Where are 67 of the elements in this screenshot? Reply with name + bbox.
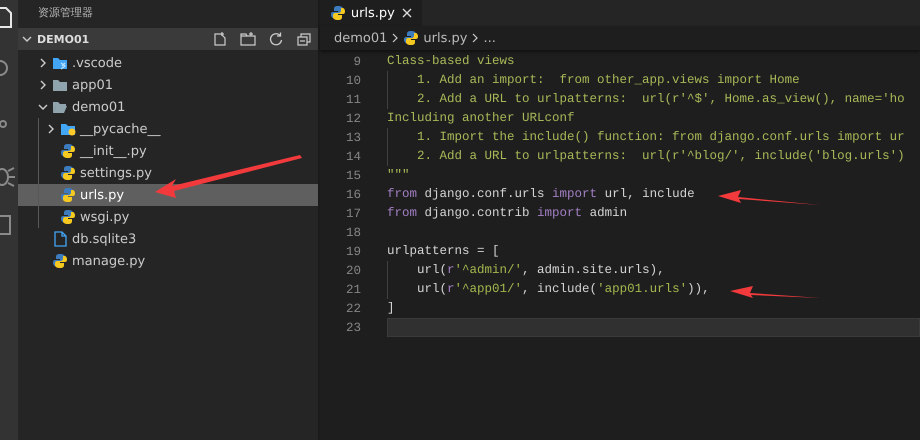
breadcrumb-item[interactable]: demo01: [334, 30, 388, 46]
line-number: 20: [344, 264, 361, 278]
tree-item[interactable]: __pycache__: [18, 118, 318, 140]
tree-item[interactable]: manage.py: [18, 250, 318, 272]
bug-icon[interactable]: [0, 165, 18, 189]
line-number: 17: [344, 206, 361, 220]
line-number: 23: [344, 320, 361, 334]
line-number: 16: [344, 188, 361, 202]
code-line: Class-based views: [387, 54, 515, 68]
close-icon[interactable]: [400, 7, 412, 19]
chevron-icon: [391, 32, 400, 44]
line-number: 14: [344, 150, 361, 164]
chevron-icon: [471, 32, 480, 44]
tree-item[interactable]: db.sqlite3: [18, 228, 318, 250]
tree-item[interactable]: urls.py: [18, 184, 318, 206]
code-line: """: [387, 168, 410, 182]
code-line: from django.contrib import admin: [387, 206, 628, 220]
line-number: 15: [344, 168, 361, 182]
code-line: Including another URLconf: [387, 111, 575, 125]
tree-item[interactable]: .vscode: [18, 52, 318, 74]
section-label: DEMO01: [37, 32, 90, 46]
line-number: 13: [344, 130, 361, 144]
tree-item[interactable]: app01: [18, 74, 318, 96]
code-line: url(r'^admin/', admin.site.urls),: [416, 263, 665, 277]
file-icon: [52, 231, 68, 247]
python-icon: [60, 187, 76, 203]
tree-item[interactable]: wsgi.py: [18, 206, 318, 228]
tree-item[interactable]: __init__.py: [18, 140, 318, 162]
editor-tab[interactable]: urls.py: [320, 0, 422, 26]
code-line: url(r'^app01/', include('app01.urls')),: [416, 282, 710, 296]
chevron-icon: [46, 123, 56, 135]
python-icon: [60, 165, 76, 181]
new-folder-icon[interactable]: [240, 31, 256, 47]
line-number: 12: [344, 112, 361, 126]
python-icon: [52, 253, 68, 269]
code-line: 2. Add a URL to urlpatterns: url(r'^blog/', include('blog.urls'): [416, 149, 905, 163]
code-line: 2. Add a URL to urlpatterns: url(r'^$', Home.as_view(), name='ho: [416, 92, 905, 106]
code-line: 1. Import the include() function: from django.conf.urls import ur: [416, 130, 905, 144]
line-number: 21: [344, 282, 361, 296]
line-number: 11: [344, 92, 361, 106]
code-line: urlpatterns = [: [387, 244, 500, 258]
folder-icon: [52, 100, 68, 114]
folder-icon: [60, 122, 76, 136]
code-line: 1. Add an import: from other_app.views import Home: [416, 73, 800, 87]
code-line: from django.conf.urls import url, include: [387, 187, 695, 201]
folder-icon: [52, 78, 68, 92]
line-number: 18: [344, 226, 361, 240]
python-icon: [60, 209, 76, 225]
code-line: ]: [387, 301, 395, 315]
python-icon: [403, 30, 420, 46]
line-number: 10: [344, 74, 361, 88]
chevron-icon: [38, 57, 48, 69]
new-file-icon[interactable]: [212, 31, 228, 47]
folder-icon: [52, 56, 68, 70]
line-number: 19: [344, 244, 361, 258]
sidebar-title: 资源管理器: [37, 5, 94, 21]
tree-item[interactable]: demo01: [18, 96, 318, 118]
refresh-icon[interactable]: [268, 31, 284, 47]
python-icon: [60, 143, 76, 159]
breadcrumb-item[interactable]: urls.py: [423, 30, 468, 46]
collapse-all-icon[interactable]: [296, 31, 312, 47]
line-number: 9: [352, 54, 361, 68]
breadcrumb-item[interactable]: ...: [483, 30, 496, 46]
chevron-icon: [38, 79, 48, 91]
line-number: 22: [344, 302, 361, 316]
section-header[interactable]: DEMO01: [18, 28, 318, 50]
python-icon: [330, 5, 345, 21]
